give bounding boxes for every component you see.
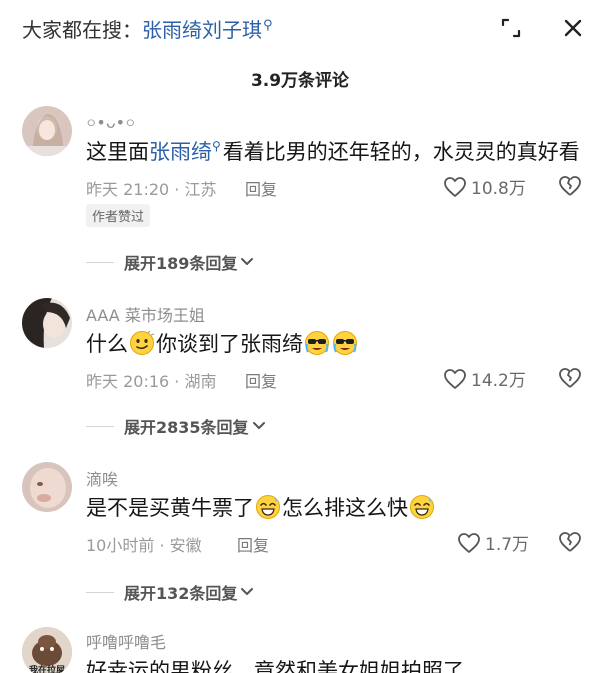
comment-text: 这里面张雨绮⚲看着比男的还年轻的，水灵灵的真好看	[86, 138, 580, 169]
divider	[86, 425, 114, 427]
search-icon: ⚲	[263, 18, 273, 33]
broken-heart-icon	[559, 176, 581, 196]
thinking-face-emoji-icon	[130, 330, 155, 355]
avatar[interactable]	[22, 298, 72, 348]
like-button[interactable]: 10.8万	[443, 174, 526, 199]
expand-replies-button[interactable]: 展开132条回复	[86, 580, 255, 604]
comment-text-part: 这里面	[86, 140, 149, 164]
comment-text-part: 什么	[86, 332, 128, 356]
search-prefix-label: 大家都在搜：	[22, 18, 142, 42]
comment-count-title: 3.9万条评论	[250, 71, 350, 91]
search-keyword-link[interactable]: 张雨绮刘子琪	[142, 18, 262, 42]
expand-button[interactable]	[495, 12, 527, 44]
like-count: 14.2万	[471, 371, 526, 391]
sunglasses-tears-emoji-icon	[305, 331, 329, 355]
comment-username[interactable]: ০•ᴗ•০	[86, 110, 135, 137]
expand-replies-label: 展开189条回复	[124, 254, 238, 273]
comment-username[interactable]: AAA 菜市场王姐	[86, 302, 205, 326]
broken-heart-icon	[559, 368, 581, 388]
comment-text: 是不是买黄牛票了 怎么排这么快	[86, 494, 436, 522]
avatar[interactable]	[22, 462, 72, 512]
comment-text-part: 看着比男的还年轻的，水灵灵的真好看	[222, 140, 580, 164]
comment-time-location: 10小时前 · 安徽	[86, 536, 202, 555]
comment-text-part: 你谈到了张雨绮	[156, 332, 303, 356]
dislike-button[interactable]	[557, 366, 585, 392]
chevron-down-icon	[241, 258, 254, 265]
like-button[interactable]: 14.2万	[443, 366, 526, 391]
reply-button[interactable]: 回复	[245, 368, 277, 392]
dislike-button[interactable]	[557, 174, 585, 200]
expand-replies-label: 展开2835条回复	[124, 418, 249, 437]
comment-username[interactable]: 呼噜呼噜毛	[86, 629, 166, 653]
comment-text: 什么 你谈到了张雨绮	[86, 330, 359, 358]
divider	[86, 591, 114, 593]
expand-replies-button[interactable]: 展开2835条回复	[86, 414, 267, 438]
expand-replies-button[interactable]: 展开189条回复	[86, 250, 255, 274]
like-count: 10.8万	[471, 179, 526, 199]
grinning-sweat-emoji-icon	[256, 495, 280, 519]
sunglasses-tears-emoji-icon	[333, 331, 357, 355]
comment-time-location: 昨天 21:20 · 江苏	[86, 180, 217, 199]
comment-text-part: 是不是买黄牛票了	[86, 496, 254, 520]
comment-time-location: 昨天 20:16 · 湖南	[86, 372, 217, 391]
search-icon: ⚲	[212, 139, 221, 153]
reply-button[interactable]: 回复	[245, 176, 277, 200]
broken-heart-icon	[559, 532, 581, 552]
heart-outline-icon	[444, 176, 466, 197]
close-icon	[564, 19, 582, 37]
grinning-sweat-emoji-icon	[410, 495, 434, 519]
divider	[86, 261, 114, 263]
avatar[interactable]: 我在拉屎	[22, 627, 72, 673]
search-bar[interactable]: 大家都在搜：张雨绮刘子琪⚲	[0, 0, 600, 56]
like-button[interactable]: 1.7万	[457, 530, 529, 555]
author-liked-badge: 作者赞过	[86, 204, 151, 227]
comment-username[interactable]: 滴唉	[86, 466, 118, 490]
chevron-down-icon	[252, 422, 265, 429]
heart-outline-icon	[444, 368, 466, 389]
comment-text-part: 怎么排这么快	[282, 496, 408, 520]
close-button[interactable]	[557, 12, 589, 44]
expand-icon	[501, 18, 521, 38]
reply-button[interactable]: 回复	[237, 532, 269, 556]
like-count: 1.7万	[485, 535, 530, 555]
chevron-down-icon	[241, 588, 254, 595]
search-suggestion[interactable]: 大家都在搜：张雨绮刘子琪⚲	[22, 14, 273, 43]
avatar-caption: 我在拉屎	[28, 666, 65, 673]
heart-outline-icon	[458, 532, 480, 553]
avatar[interactable]	[22, 106, 72, 156]
dislike-button[interactable]	[557, 530, 585, 556]
expand-replies-label: 展开132条回复	[124, 584, 238, 603]
comment-text: 好幸运的男粉丝，竟然和美女姐姐拍照了	[86, 659, 464, 673]
comment-keyword-link[interactable]: 张雨绮	[149, 140, 212, 164]
